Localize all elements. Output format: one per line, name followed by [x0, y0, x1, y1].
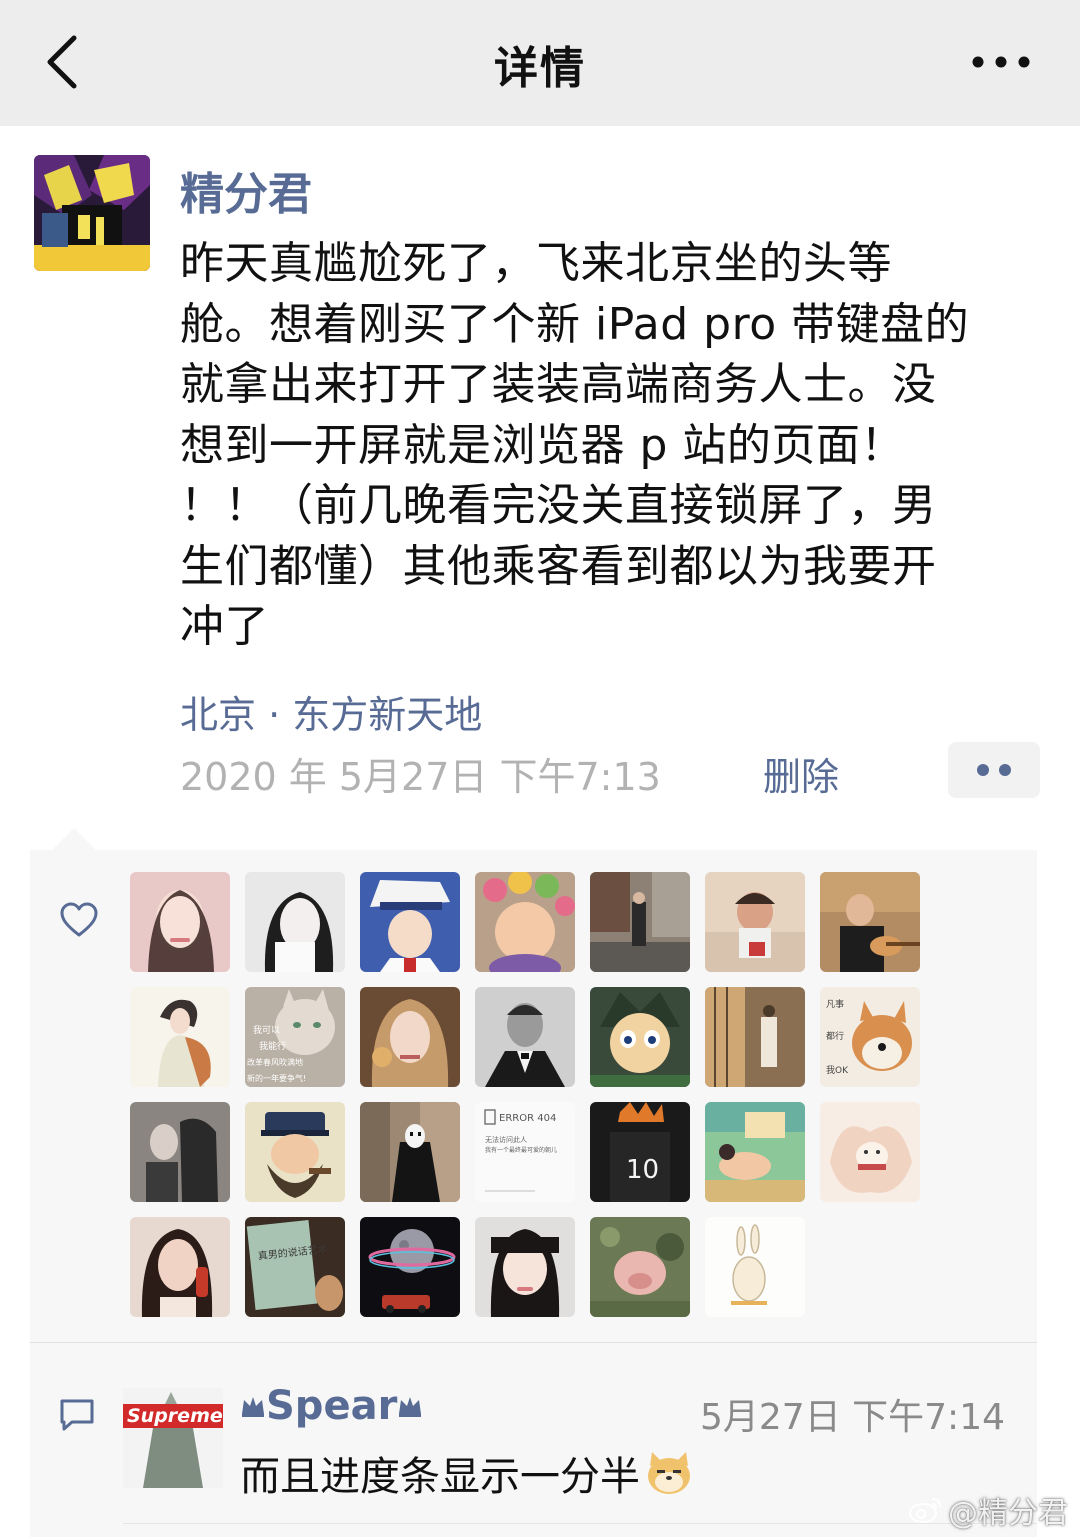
like-comment-menu-button[interactable]	[948, 742, 1040, 798]
liker-avatar[interactable]	[360, 987, 460, 1087]
liker-avatar[interactable]: 10	[590, 1102, 690, 1202]
watermark-text: @精分君	[948, 1496, 1068, 1531]
liker-avatar[interactable]	[590, 1217, 690, 1317]
liker-avatar[interactable]	[245, 872, 345, 972]
post-line: 昨天真尴尬死了，飞来北京坐的头等	[180, 238, 892, 289]
post-line: 冲了	[180, 601, 269, 652]
commenter-avatar[interactable]: Supreme	[123, 1388, 223, 1488]
liker-avatar[interactable]	[130, 1217, 230, 1317]
doge-emoji-icon	[648, 1452, 690, 1494]
liker-avatar[interactable]: 我可以 我能行 改革春风吹满地 新的一年要争气!	[245, 987, 345, 1087]
liker-avatar[interactable]	[590, 987, 690, 1087]
meme-text: 凡事	[826, 998, 844, 1010]
liker-avatar[interactable]	[475, 987, 575, 1087]
author-avatar[interactable]	[34, 155, 150, 271]
post-line: 舱。想着刚买了个新 iPad pro 带键盘的	[180, 298, 970, 350]
jersey-number: 10	[626, 1155, 659, 1185]
meme-text: 新的一年要争气!	[247, 1073, 306, 1083]
page-title: 详情	[494, 43, 586, 94]
liker-avatar[interactable]	[130, 872, 230, 972]
weibo-logo-icon	[909, 1498, 941, 1523]
liker-avatar[interactable]: ERROR 404 无法访问此人 我有一个最终最可爱的朝儿	[475, 1102, 575, 1202]
liker-avatar[interactable]	[705, 1102, 805, 1202]
liker-avatar[interactable]	[475, 872, 575, 972]
supreme-logo-text: Supreme	[127, 1405, 223, 1427]
commenter-username: Spear	[266, 1383, 398, 1429]
error-404-text: ERROR 404	[499, 1113, 556, 1124]
post-line: ！！（前几晚看完没关直接锁屏了，男	[180, 480, 937, 531]
comment-body[interactable]: 而且进度条显示一分半	[240, 1444, 694, 1502]
meme-text: 我能行	[259, 1040, 286, 1052]
comment-time: 5月27日 下午7:14	[700, 1397, 1005, 1438]
crown-icon	[399, 1397, 422, 1417]
liker-avatar[interactable]	[820, 872, 920, 972]
liker-avatar[interactable]	[130, 1102, 230, 1202]
liker-avatar[interactable]	[360, 1102, 460, 1202]
likers-grid: 我可以 我能行 改革春风吹满地 新的一年要争气! 凡事 都行 我OK ERROR…	[130, 872, 930, 1322]
post-timestamp: 2020 年 5月27日 下午7:13	[180, 755, 661, 799]
heart-icon	[60, 902, 98, 937]
liker-avatar[interactable]	[130, 987, 230, 1087]
dot-icon	[999, 764, 1011, 776]
commenter-name[interactable]: Spear	[240, 1383, 423, 1429]
top-nav-bar: 详情	[0, 0, 1080, 126]
panel-pointer	[52, 828, 96, 850]
liker-avatar[interactable]: 真男的说话艺术	[245, 1217, 345, 1317]
crown-icon	[242, 1397, 264, 1417]
more-options-button[interactable]	[966, 40, 1036, 84]
post-content: 昨天真尴尬死了，飞来北京坐的头等舱。想着刚买了个新 iPad pro 带键盘的就…	[180, 234, 1040, 658]
liker-avatar[interactable]: 凡事 都行 我OK	[820, 987, 920, 1087]
comment-icon	[60, 1399, 94, 1431]
liker-avatar[interactable]	[590, 872, 690, 972]
liker-avatar[interactable]	[820, 1102, 920, 1202]
comment-text: 而且进度条显示一分半	[240, 1454, 640, 1500]
post-line: 想到一开屏就是浏览器 p 站的页面！	[180, 419, 905, 471]
liker-avatar[interactable]	[360, 872, 460, 972]
meme-text: 我可以	[253, 1025, 280, 1036]
liker-avatar[interactable]	[475, 1217, 575, 1317]
delete-button[interactable]: 删除	[763, 746, 839, 801]
liker-avatar[interactable]	[360, 1217, 460, 1317]
post-line: 就拿出来打开了装装高端商务人士。没	[180, 359, 937, 410]
liker-avatar[interactable]	[705, 987, 805, 1087]
meme-text: 无法访问此人	[485, 1135, 527, 1144]
meme-text: 改革春风吹满地	[247, 1057, 303, 1067]
meme-text: 都行	[826, 1030, 844, 1042]
liker-avatar[interactable]	[705, 1217, 805, 1317]
post-line: 生们都懂）其他乘客看到都以为我要开	[180, 540, 937, 592]
more-horizontal-icon	[972, 56, 1030, 68]
panel-divider	[30, 1342, 1037, 1343]
weibo-watermark: @精分君	[908, 1488, 1068, 1532]
dot-icon	[977, 764, 989, 776]
liker-avatar[interactable]	[245, 1102, 345, 1202]
author-name[interactable]: 精分君	[180, 158, 312, 222]
meme-text: 我OK	[826, 1065, 849, 1076]
liker-avatar[interactable]	[705, 872, 805, 972]
meme-text: 我有一个最终最可爱的朝儿	[485, 1146, 557, 1154]
post-location[interactable]: 北京 · 东方新天地	[180, 684, 482, 739]
comment-divider	[123, 1523, 1037, 1524]
